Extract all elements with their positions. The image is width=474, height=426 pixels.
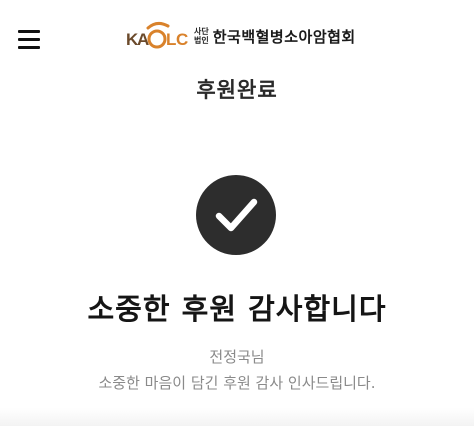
- hamburger-menu-icon: [18, 30, 40, 33]
- menu-button[interactable]: [14, 24, 44, 54]
- page-title: 후원완료: [196, 78, 278, 102]
- svg-text:C: C: [176, 30, 188, 49]
- thanks-heading: 소중한 후원 감사합니다: [87, 292, 387, 326]
- org-name: 한국백혈병소아암협회: [212, 27, 356, 46]
- checkmark-icon: [215, 198, 258, 232]
- logo-small-line1: 사단: [194, 27, 209, 36]
- donation-complete-page: K A L C 사단 법인 한국백혈병소아암협회 후원완료 소중한 후원 감사합…: [0, 0, 474, 426]
- thanks-message: 소중한 마음이 담긴 후원 감사 인사드립니다.: [98, 374, 376, 392]
- hamburger-menu-icon-line: [18, 46, 40, 49]
- svg-text:A: A: [137, 30, 149, 49]
- bottom-divider: [0, 408, 474, 426]
- svg-text:L: L: [166, 30, 176, 49]
- logo-small-line2: 법인: [194, 36, 209, 45]
- hamburger-menu-icon-line: [18, 38, 40, 41]
- donor-name: 전정국님: [209, 348, 265, 366]
- kaolc-logo-icon: K A L C: [126, 20, 188, 52]
- logo-corporation-label: 사단 법인: [194, 27, 209, 45]
- success-check-badge: [196, 175, 276, 255]
- org-logo[interactable]: K A L C 사단 법인 한국백혈병소아암협회: [126, 18, 356, 54]
- header: K A L C 사단 법인 한국백혈병소아암협회: [0, 0, 474, 72]
